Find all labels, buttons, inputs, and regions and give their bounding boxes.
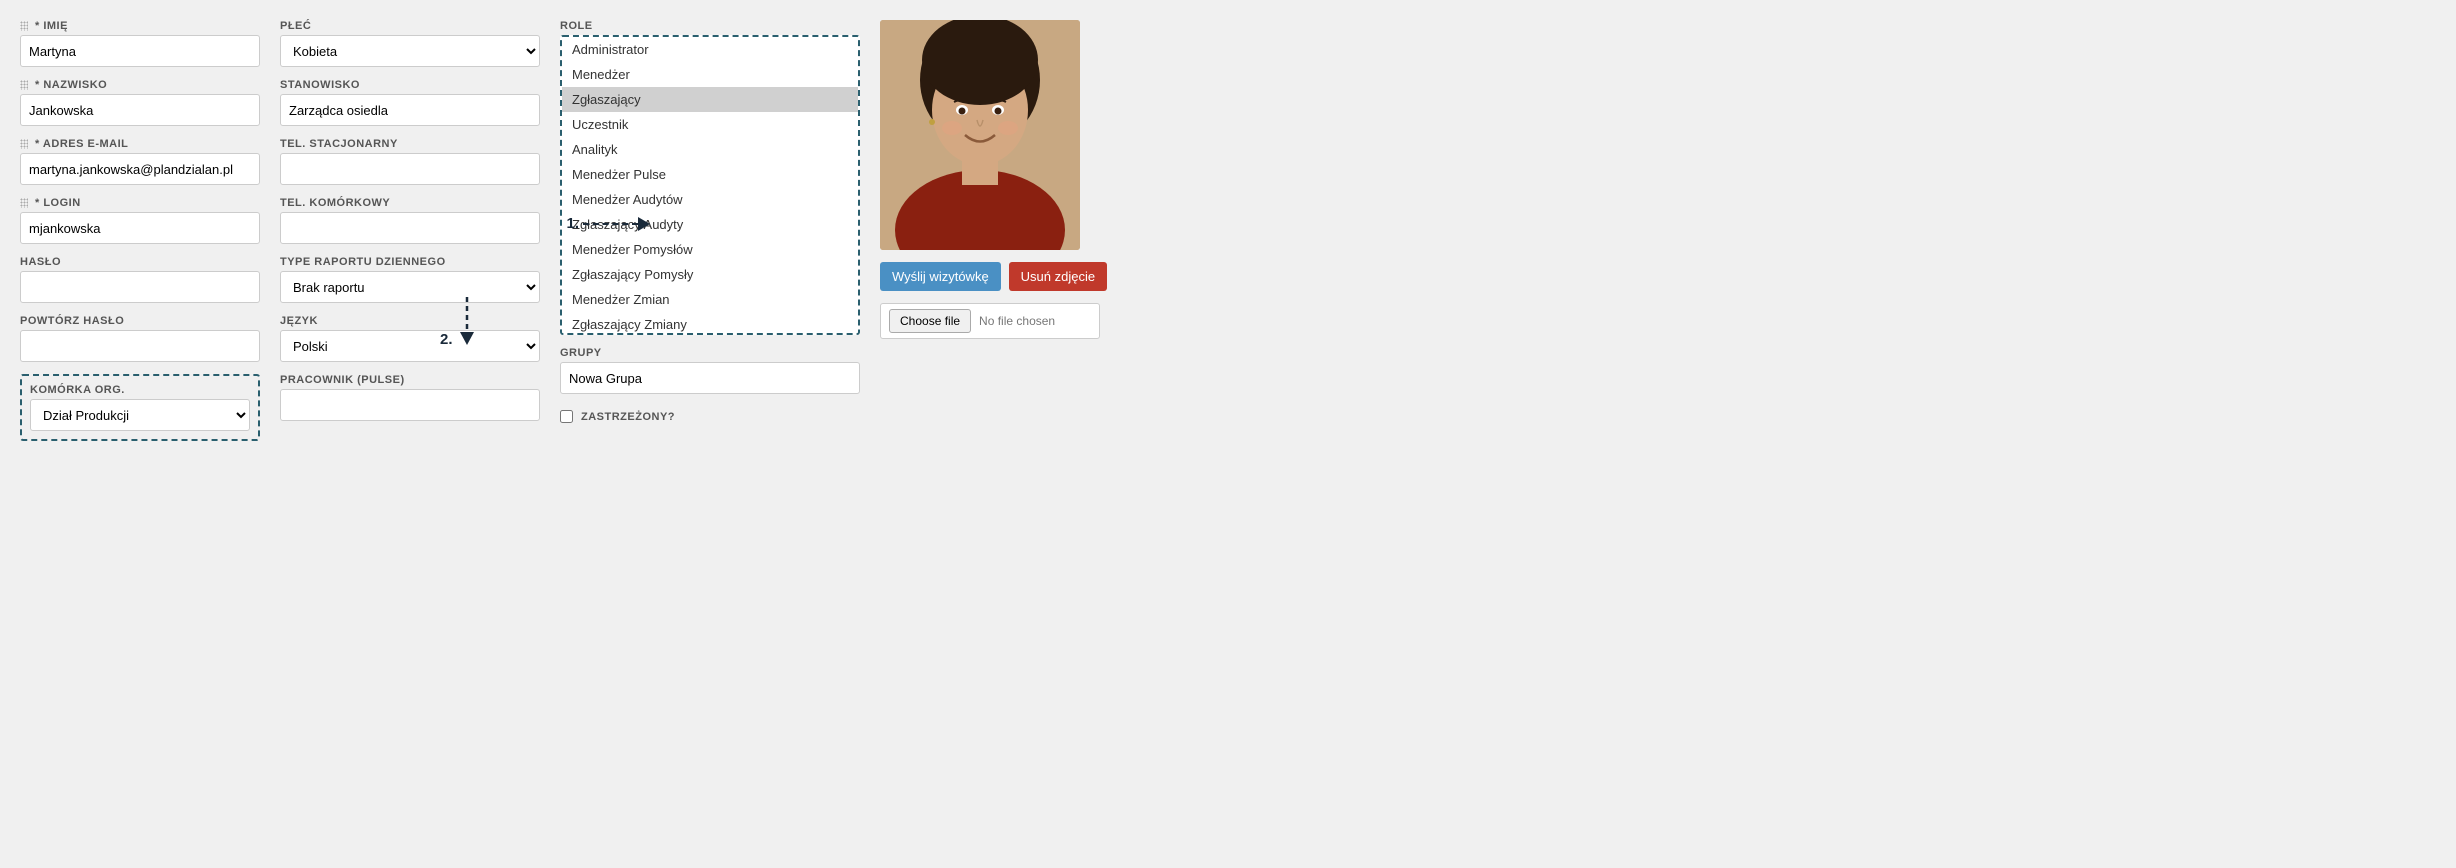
role-menedzer-audytow[interactable]: Menedżer Audytów (562, 187, 858, 212)
tel-kom-input[interactable] (280, 212, 540, 244)
pracownik-input[interactable] (280, 389, 540, 421)
column-4: Wyślij wizytówkę Usuń zdjęcie Choose fil… (880, 20, 1100, 441)
choose-file-button[interactable]: Choose file (889, 309, 971, 333)
tel-stac-input[interactable] (280, 153, 540, 185)
imie-input[interactable] (20, 35, 260, 67)
grupy-input[interactable] (560, 362, 860, 394)
nazwisko-input[interactable] (20, 94, 260, 126)
role-menedzer[interactable]: Menedżer (562, 62, 858, 87)
stanowisko-label: STANOWISKO (280, 79, 540, 91)
komorkorg-select[interactable]: Dział Produkcji (30, 399, 250, 431)
file-input-row: Choose file No file chosen (880, 303, 1100, 339)
stanowisko-input[interactable] (280, 94, 540, 126)
haslo-label: HASŁO (20, 256, 260, 268)
role-uczestnik[interactable]: Uczestnik (562, 112, 858, 137)
login-field-group: * LOGIN (20, 197, 260, 244)
pracownik-field-group: PRACOWNIK (PULSE) (280, 374, 540, 421)
plec-label: PŁEĆ (280, 20, 540, 32)
role-analityk[interactable]: Analityk (562, 137, 858, 162)
role-menedzer-pulse[interactable]: Menedżer Pulse (562, 162, 858, 187)
form-container: * IMIĘ * NAZWISKO * ADRES E-MAIL * LOGIN (20, 20, 2436, 441)
grupy-field-group: GRUPY (560, 347, 860, 394)
pracownik-label: PRACOWNIK (PULSE) (280, 374, 540, 386)
zastrzezony-label: ZASTRZEŻONY? (581, 411, 675, 423)
email-input[interactable] (20, 153, 260, 185)
powtorz-field-group: POWTÓRZ HASŁO (20, 315, 260, 362)
tel-kom-field-group: TEL. KOMÓRKOWY 1. (280, 197, 540, 244)
haslo-input[interactable] (20, 271, 260, 303)
imie-field-group: * IMIĘ (20, 20, 260, 67)
powtorz-input[interactable] (20, 330, 260, 362)
role-field-group: ROLE Administrator Menedżer Zgłaszający … (560, 20, 860, 335)
stanowisko-field-group: STANOWISKO (280, 79, 540, 126)
email-field-group: * ADRES E-MAIL (20, 138, 260, 185)
login-label: * LOGIN (20, 197, 260, 209)
photo-btn-row: Wyślij wizytówkę Usuń zdjęcie (880, 262, 1100, 291)
role-menedzer-zmian[interactable]: Menedżer Zmian (562, 287, 858, 312)
role-menedzer-pomyslow[interactable]: Menedżer Pomysłów (562, 237, 858, 262)
column-1: * IMIĘ * NAZWISKO * ADRES E-MAIL * LOGIN (20, 20, 260, 441)
imie-label: * IMIĘ (20, 20, 260, 32)
haslo-field-group: HASŁO (20, 256, 260, 303)
powtorz-label: POWTÓRZ HASŁO (20, 315, 260, 327)
tel-stac-label: TEL. STACJONARNY (280, 138, 540, 150)
avatar-photo (880, 20, 1080, 250)
komorkorg-dashed-box: KOMÓRKA ORG. Dział Produkcji (20, 374, 260, 441)
nazwisko-label: * NAZWISKO (20, 79, 260, 91)
nazwisko-field-group: * NAZWISKO (20, 79, 260, 126)
role-administrator[interactable]: Administrator (562, 37, 858, 62)
person-photo-svg (880, 20, 1080, 250)
no-file-text: No file chosen (979, 314, 1055, 328)
komorkorg-label: KOMÓRKA ORG. (30, 384, 250, 396)
usun-button[interactable]: Usuń zdjęcie (1009, 262, 1107, 291)
login-input[interactable] (20, 212, 260, 244)
role-zglaszajacy-zmiany[interactable]: Zgłaszający Zmiany (562, 312, 858, 335)
raport-label: TYPE RAPORTU DZIENNEGO (280, 256, 540, 268)
plec-select[interactable]: Kobieta Mężczyzna (280, 35, 540, 67)
role-label: ROLE (560, 20, 860, 32)
role-zglaszajacy[interactable]: Zgłaszający (562, 87, 858, 112)
annotation-2-arrow (457, 292, 517, 347)
plec-field-group: PŁEĆ Kobieta Mężczyzna (280, 20, 540, 67)
role-listbox[interactable]: Administrator Menedżer Zgłaszający Uczes… (560, 35, 860, 335)
email-label: * ADRES E-MAIL (20, 138, 260, 150)
grupy-label: GRUPY (560, 347, 860, 359)
tel-kom-label: TEL. KOMÓRKOWY (280, 197, 540, 209)
tel-stac-field-group: TEL. STACJONARNY (280, 138, 540, 185)
column-2: PŁEĆ Kobieta Mężczyzna STANOWISKO TEL. S… (280, 20, 540, 441)
zastrzezony-checkbox[interactable] (560, 410, 573, 423)
wysylij-button[interactable]: Wyślij wizytówkę (880, 262, 1001, 291)
role-zglaszajacy-pomysly[interactable]: Zgłaszający Pomysły (562, 262, 858, 287)
zastrzezony-row: ZASTRZEŻONY? (560, 410, 860, 423)
